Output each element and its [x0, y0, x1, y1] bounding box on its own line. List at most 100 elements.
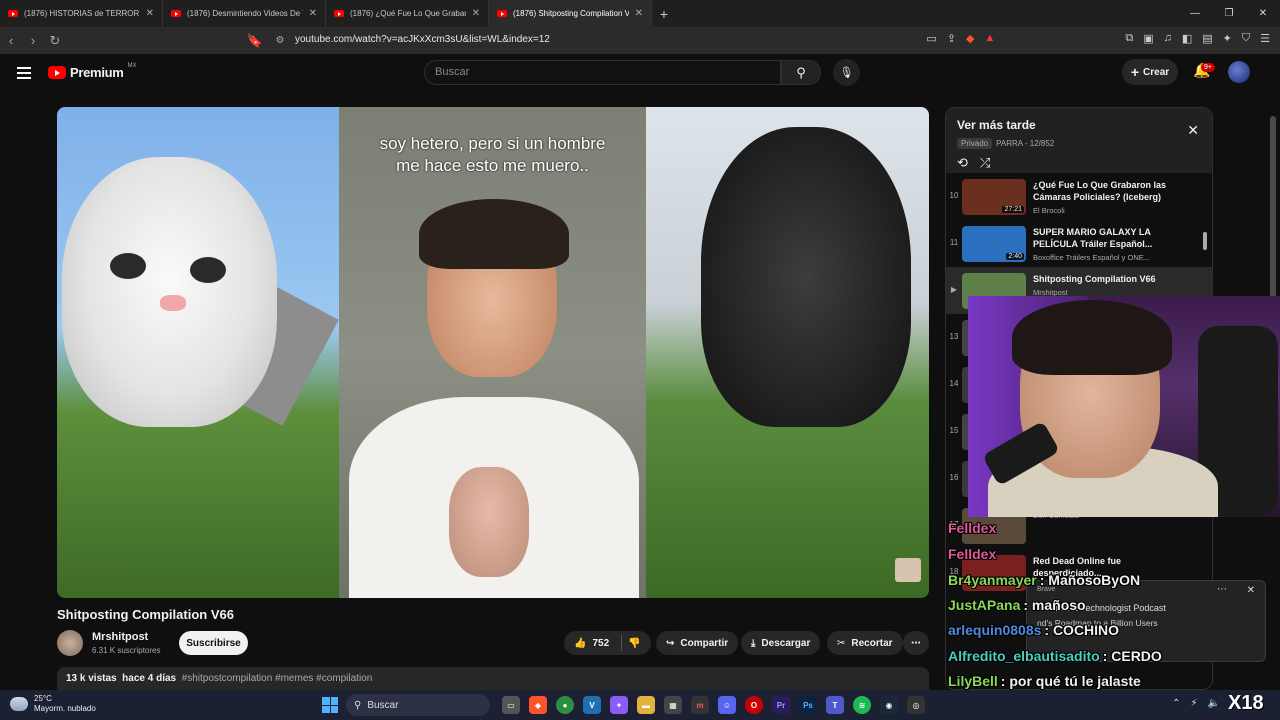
discord-icon[interactable]: ☺ [718, 696, 736, 714]
steam-icon[interactable]: ◉ [880, 696, 898, 714]
close-tab-icon[interactable]: ✕ [146, 8, 154, 19]
share-button[interactable]: ↪ Compartir [656, 631, 739, 655]
taskbar-search[interactable]: ⚲ Buscar [346, 694, 490, 716]
photoshop-icon[interactable]: Ps [799, 696, 817, 714]
notification-count-badge: 9+ [1201, 63, 1215, 72]
vpn-icon[interactable]: ⛉ [1242, 32, 1250, 45]
duration-badge: 2:40 [1006, 253, 1024, 260]
video-thumbnail[interactable]: 27:21 [962, 179, 1026, 215]
tray-chevron-icon[interactable]: ⌃ [1172, 698, 1180, 709]
account-avatar[interactable] [1228, 61, 1250, 83]
chat-message: arlequin0808s: COCHINO [948, 622, 1120, 638]
channel-name[interactable]: Mrshitpost [92, 631, 148, 643]
loop-icon[interactable]: ⟲ [957, 155, 968, 171]
minimize-icon[interactable]: — [1178, 0, 1212, 27]
more-actions-button[interactable]: ⋯ [903, 631, 929, 655]
video-description[interactable]: 13 k vistas hace 4 días #shitpostcompila… [57, 667, 929, 690]
scissors-icon: ✂ [837, 637, 846, 649]
close-window-icon[interactable]: ✕ [1246, 0, 1280, 27]
copilot-icon[interactable]: ✦ [610, 696, 628, 714]
cast-icon[interactable]: ▭ [926, 32, 936, 45]
app-icon[interactable]: m [691, 696, 709, 714]
download-button[interactable]: ⤓ Descargar [741, 631, 821, 655]
visual-studio-icon[interactable]: V [583, 696, 601, 714]
youtube-favicon-icon [8, 10, 18, 17]
music-icon[interactable]: ♫ [1164, 32, 1172, 45]
like-button[interactable]: 👍 752 👎 [564, 631, 651, 655]
chat-message: Br4yanmayer: MañosoByON [948, 572, 1141, 588]
browser-tab[interactable]: (1876) ¿Qué Fue Lo Que Grabaron las✕ [326, 0, 489, 27]
restore-icon[interactable]: ❐ [1212, 0, 1246, 27]
weather-widget[interactable]: 25°C Mayorm. nublado [10, 694, 96, 714]
brave-browser-icon[interactable]: ◆ [529, 696, 547, 714]
volume-icon[interactable]: 🔈 [1208, 698, 1220, 709]
cloud-icon [10, 697, 28, 711]
chrome-icon[interactable]: ● [556, 696, 574, 714]
more-options-icon[interactable]: ⋯ [1217, 584, 1227, 595]
windows-start-icon[interactable] [322, 697, 338, 713]
download-icon: ⤓ [751, 637, 756, 649]
microphone-icon: 🎙 [839, 67, 854, 79]
share-icon[interactable]: ⇪ [947, 32, 956, 45]
hamburger-menu-icon[interactable] [17, 67, 31, 82]
browser-tab[interactable]: (1876) Desmintiendo Videos De Terro✕ [163, 0, 326, 27]
bookmark-icon[interactable]: 🔖 [244, 33, 266, 49]
url-field[interactable]: youtube.com/watch?v=acJKxXcm3sU&list=WL&… [295, 34, 550, 45]
close-notification-icon[interactable]: ✕ [1247, 585, 1255, 596]
spotify-icon[interactable]: ≋ [853, 696, 871, 714]
video-thumbnail[interactable]: 2:40 [962, 226, 1026, 262]
reload-icon[interactable]: ↻ [44, 33, 66, 49]
playlist-title[interactable]: Ver más tarde [957, 118, 1201, 132]
teams-icon[interactable]: T [826, 696, 844, 714]
playlist-item-title[interactable]: SUPER MARIO GALAXY LA PELÍCULA Tráiler E… [1033, 226, 1183, 250]
close-playlist-icon[interactable]: ✕ [1187, 122, 1199, 139]
network-icon[interactable]: ⚡ [1191, 698, 1198, 709]
voice-search-button[interactable]: 🎙 [833, 59, 860, 86]
opera-icon[interactable]: O [745, 696, 763, 714]
new-tab-button[interactable]: + [652, 0, 676, 27]
black-cat-image [701, 127, 911, 427]
playlist-item[interactable]: 10 27:21 ¿Qué Fue Lo Que Grabaron las Cáma… [946, 173, 1212, 220]
playlist-item[interactable]: 11 2:40 SUPER MARIO GALAXY LA PELÍCULA Trá… [946, 220, 1212, 267]
shuffle-icon[interactable]: ⤮ [980, 155, 990, 171]
more-horizontal-icon: ⋯ [911, 637, 921, 649]
clip-button[interactable]: ✂ Recortar [827, 631, 903, 655]
page-scrollbar[interactable] [1270, 116, 1276, 306]
leo-icon[interactable]: ✦ [1223, 32, 1232, 45]
subscribe-button[interactable]: Suscribirse [179, 631, 248, 655]
create-button[interactable]: + Crear [1122, 59, 1178, 85]
thumbs-up-icon: 👍 [574, 637, 587, 649]
obs-icon[interactable]: ◎ [907, 696, 925, 714]
playlist-item-title[interactable]: ¿Qué Fue Lo Que Grabaron las Cámaras Pol… [1033, 179, 1183, 203]
premiere-icon[interactable]: Pr [772, 696, 790, 714]
subscriber-count: 6.31 K suscriptores [92, 646, 161, 655]
channel-avatar[interactable] [57, 630, 83, 656]
video-player[interactable]: soy hetero, pero si un hombre me hace es… [57, 107, 929, 598]
forward-icon[interactable]: › [22, 33, 44, 48]
file-explorer-icon[interactable]: ▬ [637, 696, 655, 714]
screenshot-icon[interactable]: ▣ [1143, 32, 1153, 45]
brave-shields-icon[interactable]: ◆ [966, 32, 974, 45]
youtube-premium-logo[interactable]: Premium MX [48, 63, 137, 80]
browser-tab-active[interactable]: (1876) Shitposting Compilation V ✕ [489, 0, 652, 27]
store-icon[interactable]: ▦ [664, 696, 682, 714]
thumbs-down-icon[interactable]: 👎 [628, 638, 640, 649]
webcam-overlay [968, 296, 1280, 517]
menu-icon[interactable]: ☰ [1260, 32, 1270, 45]
search-input[interactable]: Buscar [424, 60, 781, 85]
back-icon[interactable]: ‹ [0, 33, 22, 48]
search-button[interactable]: ⚲ [781, 60, 821, 85]
close-tab-icon[interactable]: ✕ [472, 8, 480, 19]
task-view-icon[interactable]: ▭ [502, 696, 520, 714]
window-controls: — ❐ ✕ [1178, 0, 1280, 27]
wallet-icon[interactable]: ▤ [1202, 32, 1212, 45]
site-info-icon[interactable]: ⚙ [269, 35, 291, 46]
brave-rewards-icon[interactable]: ▲ [984, 32, 995, 45]
extensions-icon[interactable]: ⧉ [1125, 32, 1133, 45]
playlist-item-title[interactable]: Shitposting Compilation V66 [1033, 273, 1183, 285]
browser-tab[interactable]: (1876) HISTORIAS de TERROR Tercer✕ [0, 0, 163, 27]
close-tab-icon[interactable]: ✕ [309, 8, 317, 19]
playlist-scrollbar[interactable] [1203, 232, 1207, 250]
close-tab-icon[interactable]: ✕ [635, 8, 643, 19]
sidebar-icon[interactable]: ◧ [1182, 32, 1192, 45]
